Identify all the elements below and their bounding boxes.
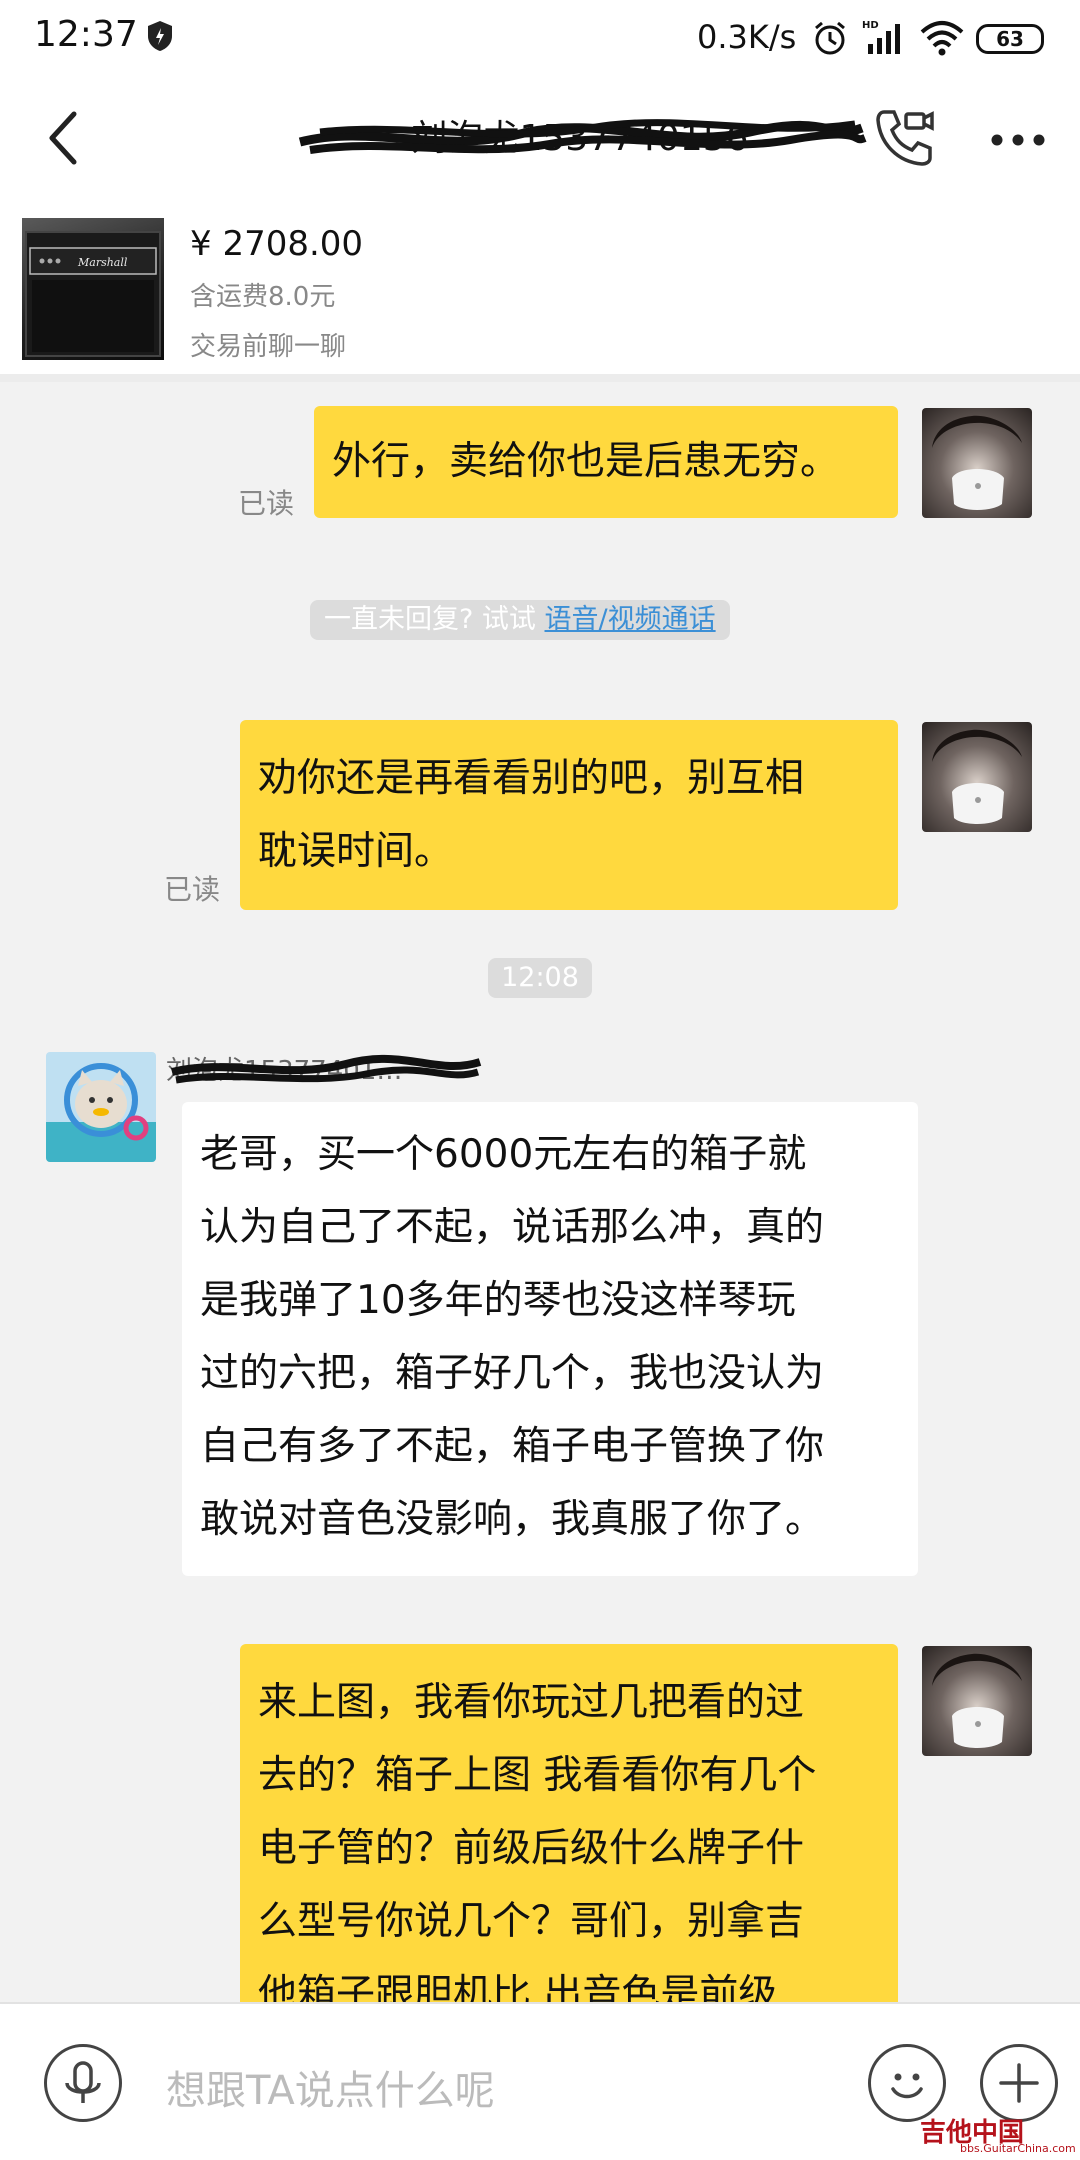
more-dots-icon[interactable] (990, 132, 1046, 151)
my-avatar[interactable] (922, 408, 1032, 518)
message-bubble[interactable]: 老哥，买一个6000元左右的箱子就 认为自己了不起，说话那么冲，真的 是我弹了1… (182, 1102, 918, 1576)
message-input-bar: 想跟TA说点什么呢 (0, 2002, 1080, 2160)
contact-avatar[interactable] (46, 1052, 156, 1162)
call-suggestion: 一直未回复? 试试 语音/视频通话 (310, 600, 730, 640)
call-suggestion-text: 一直未回复? 试试 (324, 604, 545, 635)
battery-icon: 63 (976, 24, 1044, 54)
emoji-icon[interactable] (868, 2044, 946, 2122)
plus-icon[interactable] (980, 2044, 1058, 2122)
message-timestamp: 12:08 (488, 958, 592, 998)
chevron-left-icon[interactable] (44, 108, 84, 172)
page-title: 刘泡尤1537740156 (290, 114, 870, 164)
voice-video-call-link[interactable]: 语音/视频通话 (545, 604, 716, 635)
video-call-icon[interactable] (872, 106, 936, 174)
status-time: 12:37 (34, 14, 138, 55)
network-badge: HD (862, 20, 879, 31)
shield-icon (146, 20, 174, 56)
message-bubble[interactable]: 外行，卖给你也是后患无穷。 (314, 406, 898, 518)
shipping-fee: 含运费8.0元 (190, 282, 336, 312)
my-avatar[interactable] (922, 1646, 1032, 1756)
chat-before-deal: 交易前聊一聊 (190, 332, 347, 362)
watermark-url: bbs.GuitarChina.com (960, 2142, 1076, 2155)
chat-header: 刘泡尤1537740156 (0, 80, 1080, 196)
read-status: 已读 (238, 487, 295, 520)
wifi-icon (920, 20, 964, 60)
redaction-scribble (170, 1054, 482, 1084)
signal-icon: HD (862, 18, 910, 62)
redaction-scribble (298, 119, 867, 154)
message-bubble[interactable]: 劝你还是再看看别的吧，别互相 耽误时间。 (240, 720, 898, 910)
message-bubble[interactable]: 来上图，我看你玩过几把看的过 去的？箱子上图 我看看你有几个 电子管的？前级后级… (240, 1644, 898, 2002)
chat-messages[interactable]: 已读 外行，卖给你也是后患无穷。 一直未回复? 试试 语音/视频通话 已读 劝你… (0, 390, 1080, 2002)
product-card[interactable]: Marshall ¥ 2708.00 含运费8.0元 交易前聊一聊 (0, 196, 1080, 382)
microphone-icon[interactable] (44, 2044, 122, 2122)
amp-brand-text: Marshall (77, 256, 128, 269)
net-speed: 0.3K/s (697, 18, 797, 56)
alarm-icon (812, 20, 848, 60)
status-bar: 12:37 0.3K/s HD 63 (0, 0, 1080, 80)
product-image[interactable]: Marshall (22, 218, 164, 360)
sender-name: 刘泡尤15377401… (166, 1050, 486, 1090)
message-input[interactable]: 想跟TA说点什么呢 (166, 2058, 495, 2116)
my-avatar[interactable] (922, 722, 1032, 832)
read-status: 已读 (164, 873, 221, 906)
product-price: ¥ 2708.00 (190, 224, 364, 264)
